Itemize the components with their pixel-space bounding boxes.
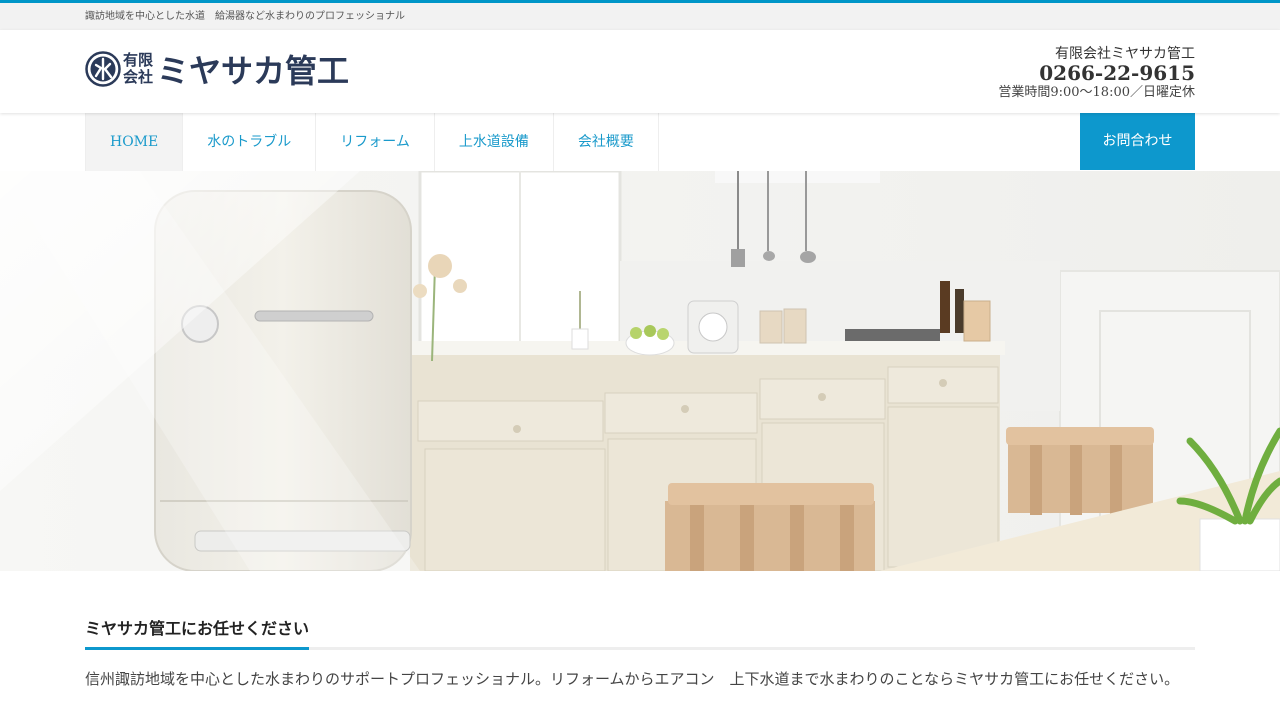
tagline-bar: 諏訪地域を中心とした水道 給湯器など水まわりのプロフェッショナル — [0, 3, 1280, 30]
nav-item-reform[interactable]: リフォーム — [316, 113, 435, 171]
site-logo[interactable]: 有限 会社 ミヤサカ管工 — [85, 46, 349, 92]
header-contact: 有限会社ミヤサカ管工 0266-22-9615 営業時間9:00〜18:00／日… — [998, 45, 1195, 102]
section-heading-wrap: ミヤサカ管工にお任せください — [85, 611, 1195, 650]
nav-item-home[interactable]: HOME — [86, 113, 184, 171]
site-header: 有限 会社 ミヤサカ管工 有限会社ミヤサカ管工 0266-22-9615 営業時… — [0, 30, 1280, 113]
global-nav: HOME 水のトラブル リフォーム 上水道設備 会社概要 お問合わせ — [0, 113, 1280, 171]
site-tagline: 諏訪地域を中心とした水道 給湯器など水まわりのプロフェッショナル — [85, 11, 405, 22]
logo-mark-icon — [85, 51, 121, 87]
logo-company-type: 有限 会社 — [123, 52, 153, 86]
logo-company-name: ミヤサカ管工 — [157, 52, 350, 90]
section-heading: ミヤサカ管工にお任せください — [85, 615, 310, 650]
nav-list: HOME 水のトラブル リフォーム 上水道設備 会社概要 — [85, 113, 1195, 171]
intro-section: ミヤサカ管工にお任せください 信州諏訪地域を中心とした水まわりのサポートプロフェ… — [0, 571, 1280, 689]
nav-item-water-trouble[interactable]: 水のトラブル — [183, 113, 317, 171]
contact-button[interactable]: お問合わせ — [1080, 113, 1195, 170]
nav-item-water-supply[interactable]: 上水道設備 — [435, 113, 554, 171]
logo-small-line1: 有限 — [123, 51, 154, 69]
contact-phone[interactable]: 0266-22-9615 — [998, 63, 1195, 83]
kitchen-photo-icon — [0, 171, 1280, 571]
logo-small-line2: 会社 — [123, 68, 154, 86]
hero-image — [0, 171, 1280, 571]
nav-item-company[interactable]: 会社概要 — [554, 113, 659, 171]
intro-text: 信州諏訪地域を中心とした水まわりのサポートプロフェッショナル。リフォームからエア… — [85, 670, 1180, 688]
contact-hours: 営業時間9:00〜18:00／日曜定休 — [998, 85, 1195, 100]
